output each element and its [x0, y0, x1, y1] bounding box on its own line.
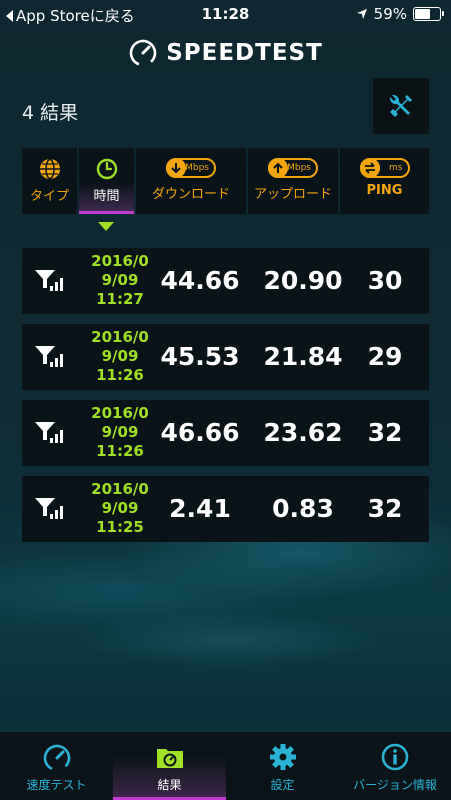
column-download-label: ダウンロード [151, 187, 230, 202]
status-right: 59% [356, 5, 444, 23]
wifi-connection-icon [35, 422, 63, 443]
result-ping: 29 [367, 342, 403, 371]
result-download: 2.41 [169, 494, 231, 523]
upload-unit: Mbps [287, 163, 311, 173]
wifi-connection-icon [35, 270, 63, 291]
tab-results-label: 結果 [157, 778, 182, 792]
column-upload-label: アップロード [253, 187, 332, 202]
column-time-label: 時間 [93, 189, 120, 204]
tools-button[interactable] [373, 78, 429, 134]
battery-icon [413, 7, 444, 21]
status-bar: App Storeに戻る 11:28 59% [0, 0, 451, 28]
speedometer-icon [43, 744, 70, 772]
tab-settings-label: 設定 [270, 778, 295, 792]
ping-unit-pill: ms [359, 158, 410, 178]
wifi-connection-icon [35, 346, 63, 367]
result-ping: 32 [367, 494, 403, 523]
ping-icon [359, 158, 380, 178]
info-icon [381, 743, 409, 771]
result-download: 45.53 [160, 342, 240, 371]
result-download: 44.66 [160, 266, 240, 295]
tab-results[interactable]: 結果 [113, 732, 226, 800]
column-type[interactable]: タイプ [22, 148, 77, 214]
result-upload: 20.90 [263, 266, 343, 295]
tab-speed-test-label: 速度テスト [26, 778, 87, 792]
column-download[interactable]: Mbps ダウンロード [136, 148, 246, 214]
wifi-connection-icon [35, 498, 63, 519]
result-row[interactable]: 2016/0 9/09 11:27 44.66 20.90 30 [22, 248, 429, 314]
brand-header: SPEEDTEST [0, 38, 451, 68]
gear-icon [269, 744, 296, 770]
result-row[interactable]: 2016/0 9/09 11:26 45.53 21.84 29 [22, 324, 429, 390]
column-ping[interactable]: ms PING [340, 148, 429, 214]
column-ping-label: PING [366, 183, 403, 198]
results-folder-icon [156, 749, 183, 768]
sort-indicator-icon [98, 222, 114, 231]
result-ping: 30 [367, 266, 403, 295]
tab-about[interactable]: バージョン情報 [339, 732, 451, 800]
download-unit-pill: Mbps [166, 158, 216, 178]
result-row[interactable]: 2016/0 9/09 11:26 46.66 23.62 32 [22, 400, 429, 466]
upload-unit-pill: Mbps [268, 158, 318, 178]
download-icon [166, 158, 186, 178]
tab-about-label: バージョン情報 [353, 778, 437, 792]
result-upload: 0.83 [272, 494, 334, 523]
result-row[interactable]: 2016/0 9/09 11:25 2.41 0.83 32 [22, 476, 429, 542]
upload-icon [268, 158, 288, 178]
tools-icon [389, 94, 412, 117]
battery-percent: 59% [373, 5, 407, 23]
tab-bar: 速度テスト 結果 設定 バージョン情報 [0, 732, 451, 800]
globe-icon [39, 158, 60, 180]
column-type-label: タイプ [29, 189, 69, 204]
result-download: 46.66 [160, 418, 240, 447]
ping-unit: ms [389, 163, 403, 173]
speedtest-logo-icon [129, 39, 157, 67]
result-ping: 32 [367, 418, 403, 447]
column-time[interactable]: 時間 [79, 148, 134, 214]
result-upload: 23.62 [263, 418, 343, 447]
tab-settings[interactable]: 設定 [226, 732, 339, 800]
clock-icon [96, 158, 117, 180]
download-unit: Mbps [185, 163, 209, 173]
tab-speed-test[interactable]: 速度テスト [0, 732, 113, 800]
result-upload: 21.84 [263, 342, 343, 371]
column-upload[interactable]: Mbps アップロード [248, 148, 338, 214]
location-arrow-icon [356, 9, 367, 19]
brand-name: SPEEDTEST [166, 40, 323, 66]
results-count: 4 結果 [22, 102, 79, 124]
